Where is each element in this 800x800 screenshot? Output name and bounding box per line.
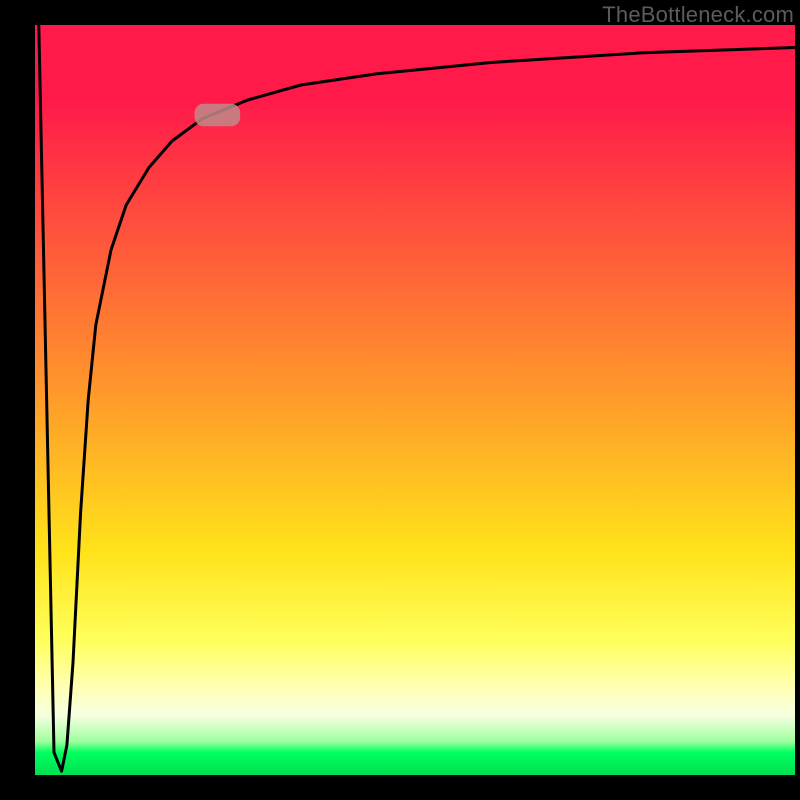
- frame-left: [0, 0, 35, 800]
- plot-area: [35, 25, 795, 775]
- watermark-text: TheBottleneck.com: [602, 2, 794, 28]
- frame-bottom: [0, 775, 800, 800]
- chart-container: TheBottleneck.com: [0, 0, 800, 800]
